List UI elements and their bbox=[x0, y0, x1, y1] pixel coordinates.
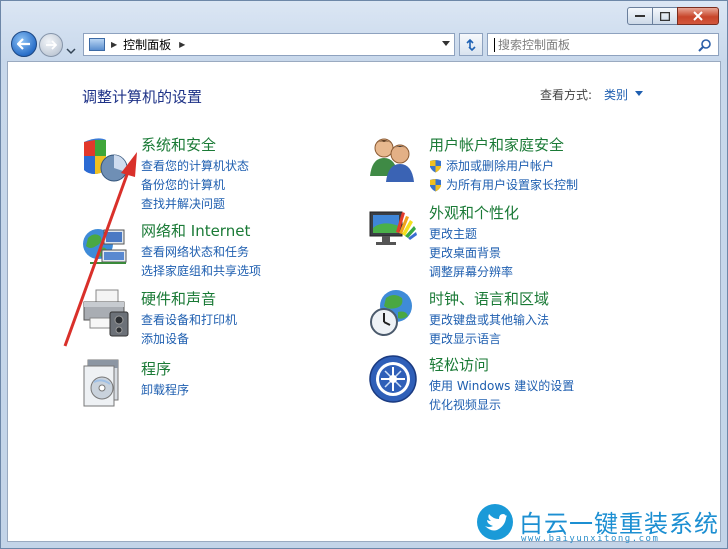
search-icon[interactable] bbox=[698, 38, 712, 52]
caption-buttons bbox=[627, 7, 719, 25]
back-button[interactable] bbox=[11, 31, 37, 57]
text-caret bbox=[494, 37, 495, 52]
category-links: 添加或删除用户帐户 为所有用户设置家长控制 bbox=[429, 156, 578, 194]
link-label[interactable]: 为所有用户设置家长控制 bbox=[446, 176, 578, 193]
link-parental-controls[interactable]: 为所有用户设置家长控制 bbox=[429, 175, 578, 194]
link-network-status[interactable]: 查看网络状态和任务 bbox=[141, 242, 261, 261]
globe-clock-icon[interactable] bbox=[368, 288, 418, 338]
search-placeholder: 搜索控制面板 bbox=[498, 38, 571, 52]
bird-logo-icon bbox=[477, 504, 513, 540]
uac-shield-icon bbox=[430, 159, 441, 172]
maximize-button[interactable] bbox=[652, 7, 678, 25]
category-links: 更改主题 更改桌面背景 调整屏幕分辨率 bbox=[429, 224, 513, 281]
ease-of-access-icon[interactable] bbox=[368, 354, 418, 404]
close-button[interactable] bbox=[677, 7, 719, 25]
address-bar[interactable]: ▶ 控制面板 ▶ bbox=[83, 33, 455, 56]
search-input[interactable]: 搜索控制面板 bbox=[487, 33, 719, 56]
breadcrumb-separator-icon[interactable]: ▶ bbox=[179, 40, 185, 49]
navigation-bar: ▶ 控制面板 ▶ 搜索控制面板 bbox=[7, 31, 721, 57]
back-arrow-icon bbox=[17, 38, 30, 50]
link-optimize-video-display[interactable]: 优化视频显示 bbox=[429, 395, 574, 414]
programs-disc-icon[interactable] bbox=[80, 358, 130, 408]
view-by-label: 查看方式: bbox=[540, 88, 593, 102]
link-uninstall-program[interactable]: 卸载程序 bbox=[141, 380, 189, 399]
minimize-icon bbox=[635, 15, 645, 17]
close-icon bbox=[693, 11, 703, 21]
link-change-desktop-background[interactable]: 更改桌面背景 bbox=[429, 243, 513, 262]
category-title[interactable]: 程序 bbox=[141, 358, 171, 379]
link-label[interactable]: 添加或删除用户帐户 bbox=[446, 157, 554, 174]
link-change-display-language[interactable]: 更改显示语言 bbox=[429, 329, 549, 348]
category-links: 卸载程序 bbox=[141, 380, 189, 399]
category-links: 查看网络状态和任务 选择家庭组和共享选项 bbox=[141, 242, 261, 280]
printer-icon[interactable] bbox=[80, 288, 130, 338]
view-by-dropdown[interactable]: 类别 bbox=[604, 86, 628, 103]
forward-button[interactable] bbox=[39, 33, 63, 57]
watermark: 白云一键重装系统 www.baiyunxitong.com bbox=[471, 502, 727, 548]
link-homegroup-sharing[interactable]: 选择家庭组和共享选项 bbox=[141, 261, 261, 280]
link-devices-printers[interactable]: 查看设备和打印机 bbox=[141, 310, 237, 329]
link-view-computer-status[interactable]: 查看您的计算机状态 bbox=[141, 156, 249, 175]
category-title[interactable]: 外观和个性化 bbox=[429, 202, 519, 223]
category-title[interactable]: 时钟、语言和区域 bbox=[429, 288, 549, 309]
link-backup-computer[interactable]: 备份您的计算机 bbox=[141, 175, 249, 194]
link-add-remove-accounts[interactable]: 添加或删除用户帐户 bbox=[429, 156, 578, 175]
forward-arrow-icon bbox=[46, 40, 57, 50]
link-change-theme[interactable]: 更改主题 bbox=[429, 224, 513, 243]
uac-shield-icon bbox=[430, 178, 441, 191]
recent-pages-button[interactable] bbox=[66, 40, 76, 55]
content-pane: 调整计算机的设置 查看方式: 类别 系统和安全 查看您的计算机状态 备份您的计算… bbox=[7, 61, 721, 542]
maximize-icon bbox=[660, 11, 670, 21]
watermark-url: www.baiyunxitong.com bbox=[521, 534, 660, 544]
link-add-device[interactable]: 添加设备 bbox=[141, 329, 237, 348]
monitor-palette-icon[interactable] bbox=[368, 202, 418, 252]
page-title: 调整计算机的设置 bbox=[82, 88, 203, 106]
breadcrumb-separator-icon[interactable]: ▶ bbox=[111, 40, 117, 49]
shield-pie-icon[interactable] bbox=[80, 134, 130, 184]
chevron-down-icon bbox=[66, 48, 76, 55]
category-links: 更改键盘或其他输入法 更改显示语言 bbox=[429, 310, 549, 348]
link-adjust-resolution[interactable]: 调整屏幕分辨率 bbox=[429, 262, 513, 281]
view-by-dropdown-arrow-icon[interactable] bbox=[635, 91, 643, 96]
users-icon[interactable] bbox=[368, 134, 418, 184]
category-links: 使用 Windows 建议的设置 优化视频显示 bbox=[429, 376, 574, 414]
category-title[interactable]: 网络和 Internet bbox=[141, 220, 250, 241]
control-panel-icon bbox=[89, 38, 105, 51]
category-title[interactable]: 用户帐户和家庭安全 bbox=[429, 134, 564, 155]
category-links: 查看设备和打印机 添加设备 bbox=[141, 310, 237, 348]
minimize-button[interactable] bbox=[627, 7, 653, 25]
link-change-input-method[interactable]: 更改键盘或其他输入法 bbox=[429, 310, 549, 329]
address-dropdown-icon[interactable] bbox=[442, 41, 450, 46]
category-title[interactable]: 轻松访问 bbox=[429, 354, 489, 375]
refresh-button[interactable] bbox=[459, 33, 483, 56]
link-recommended-settings[interactable]: 使用 Windows 建议的设置 bbox=[429, 376, 574, 395]
breadcrumb-control-panel[interactable]: 控制面板 bbox=[123, 36, 171, 53]
refresh-icon bbox=[466, 38, 476, 51]
category-title[interactable]: 系统和安全 bbox=[141, 134, 216, 155]
category-title[interactable]: 硬件和声音 bbox=[141, 288, 216, 309]
category-links: 查看您的计算机状态 备份您的计算机 查找并解决问题 bbox=[141, 156, 249, 213]
link-troubleshoot[interactable]: 查找并解决问题 bbox=[141, 194, 249, 213]
control-panel-window: ▶ 控制面板 ▶ 搜索控制面板 调整计算机的设置 查看方式: 类别 系统和安全 … bbox=[0, 0, 728, 549]
globe-network-icon[interactable] bbox=[80, 220, 130, 270]
